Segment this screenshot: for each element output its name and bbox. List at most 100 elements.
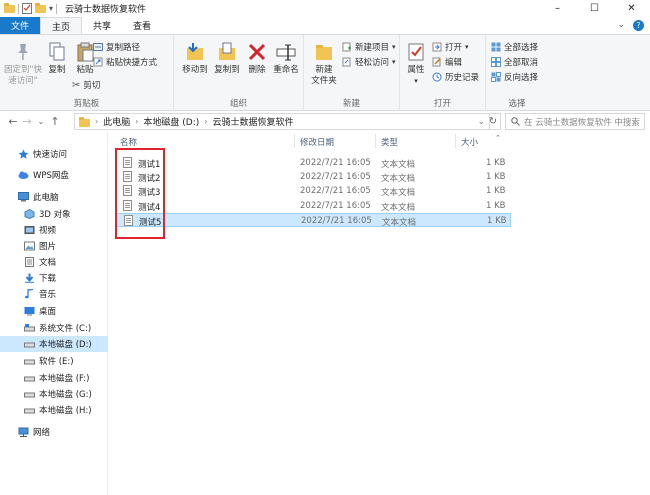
download-icon [25,273,34,283]
paste-label: 粘贴 [76,65,94,75]
copy-path-icon [93,43,103,51]
nav-item-network[interactable]: 网络 [0,424,108,440]
tab-share[interactable]: 共享 [82,17,122,34]
nav-item-label: 快速访问 [33,150,68,160]
chevron-right-icon[interactable]: › [135,117,138,126]
nav-item-pictures[interactable]: 图片 [0,238,108,254]
open-button[interactable]: 打开 ▾ [432,41,469,53]
pin-quick-access-button[interactable]: 固定到"快 速访问" [4,41,42,87]
table-row[interactable]: 测试2 2022/7/21 16:05 文本文档 1 KB [116,170,511,184]
column-divider[interactable] [375,134,376,148]
drive-icon [24,392,35,398]
close-button[interactable]: ✕ [613,0,650,17]
table-row[interactable]: 测试3 2022/7/21 16:05 文本文档 1 KB [116,184,511,198]
open-label: 打开 [445,43,463,53]
delete-button[interactable]: 删除 [246,41,268,76]
properties-button[interactable]: 属性 ▾ [404,41,428,87]
music-icon [25,289,34,299]
new-folder-icon[interactable] [35,2,46,13]
tab-view[interactable]: 查看 [122,17,162,34]
new-folder-button[interactable]: 新建 文件夹 [308,41,340,87]
nav-item-drive-g[interactable]: 本地磁盘 (G:) [0,386,108,402]
help-icon[interactable]: ? [633,20,644,31]
nav-item-drive-h[interactable]: 本地磁盘 (H:) [0,402,108,418]
drive-icon [24,359,35,365]
nav-item-videos[interactable]: 视频 [0,222,108,238]
back-arrow-icon[interactable]: ← [6,115,20,128]
nav-item-wps-cloud[interactable]: WPS网盘 [0,167,108,183]
address-bar-row: ← → ⌄ ↑ › 此电脑 › 本地磁盘 (D:) › 云骑士数据恢复软件 ⌄ … [0,111,650,131]
nav-item-desktop[interactable]: 桌面 [0,303,108,319]
chevron-down-icon[interactable]: ⌄ [477,117,485,127]
cut-button[interactable]: ✂ 剪切 [72,79,100,92]
recent-locations-icon[interactable]: ⌄ [34,117,48,126]
column-divider[interactable] [294,134,295,148]
column-header-date[interactable]: 修改日期 [300,136,334,148]
expand-ribbon-icon[interactable]: ⌄ [617,20,625,31]
select-none-button[interactable]: 全部取消 [491,56,538,68]
move-to-icon [187,43,203,60]
drive-icon [24,376,35,382]
column-header-size[interactable]: 大小 [461,136,478,148]
history-button[interactable]: 历史记录 [432,71,479,83]
pin-icon [18,44,28,60]
rename-button[interactable]: 重命名 [272,41,300,76]
table-row[interactable]: 测试1 2022/7/21 16:05 文本文档 1 KB [116,156,511,170]
history-label: 历史记录 [445,73,480,83]
column-header-type[interactable]: 类型 [381,136,398,148]
breadcrumb-this-pc[interactable]: 此电脑 [103,115,130,128]
chevron-right-icon[interactable]: › [204,117,207,126]
tab-home[interactable]: 主页 [40,17,83,34]
column-divider[interactable] [455,134,456,148]
drive-icon [24,342,35,348]
customize-toolbar-icon[interactable]: ▾ [49,4,53,13]
nav-item-3d-objects[interactable]: 3D 对象 [0,206,108,222]
file-size: 1 KB [486,186,506,196]
copy-to-button[interactable]: 复制到 [212,41,242,76]
nav-item-drive-c[interactable]: 系统文件 (C:) [0,320,108,336]
refresh-button[interactable]: ↻ [486,113,501,130]
nav-item-downloads[interactable]: 下载 [0,270,108,286]
paste-shortcut-button[interactable]: 粘贴快捷方式 [93,56,157,68]
delete-icon [248,43,266,61]
column-header-name[interactable]: 名称 [120,136,137,148]
file-date: 2022/7/21 16:05 [300,158,371,168]
minimize-button[interactable]: – [539,0,576,17]
history-icon [432,72,442,82]
copy-path-button[interactable]: 复制路径 [93,41,140,53]
nav-item-label: 文档 [39,258,57,268]
maximize-button[interactable]: ☐ [576,0,613,17]
new-item-button[interactable]: 新建项目 ▾ [342,41,396,53]
cube-icon [24,209,35,219]
nav-item-quick-access[interactable]: 快速访问 [0,146,108,162]
select-all-button[interactable]: 全部选择 [491,41,538,53]
up-arrow-icon[interactable]: ↑ [48,115,62,128]
file-date: 2022/7/21 16:05 [300,186,371,196]
address-bar[interactable]: › 此电脑 › 本地磁盘 (D:) › 云骑士数据恢复软件 ⌄ [74,113,490,130]
nav-item-drive-e[interactable]: 软件 (E:) [0,353,108,369]
nav-item-music[interactable]: 音乐 [0,286,108,302]
nav-item-drive-f[interactable]: 本地磁盘 (F:) [0,370,108,386]
nav-item-this-pc[interactable]: 此电脑 [0,189,108,205]
select-all-icon [491,42,501,52]
search-placeholder: 在 云骑士数据恢复软件 中搜索 [524,117,640,128]
nav-item-documents[interactable]: 文档 [0,254,108,270]
breadcrumb-folder[interactable]: 云骑士数据恢复软件 [212,115,293,128]
copy-button[interactable]: 复制 [44,41,70,76]
nav-item-drive-d[interactable]: 本地磁盘 (D:) [0,336,108,352]
video-icon [24,226,35,234]
properties-check-icon[interactable] [22,3,32,14]
move-to-button[interactable]: 移动到 [180,41,210,76]
chevron-right-icon[interactable]: › [95,117,98,126]
organize-group-label: 组织 [229,99,247,109]
breadcrumb-drive-d[interactable]: 本地磁盘 (D:) [143,115,199,128]
edit-button[interactable]: 编辑 [432,56,462,68]
forward-arrow-icon[interactable]: → [20,115,34,128]
table-row[interactable]: 测试4 2022/7/21 16:05 文本文档 1 KB [116,199,511,213]
search-input[interactable]: 在 云骑士数据恢复软件 中搜索 [505,113,645,130]
tab-file[interactable]: 文件 [0,17,41,34]
open-group-label: 打开 [433,99,451,109]
easy-access-button[interactable]: 轻松访问 ▾ [342,56,396,68]
invert-selection-button[interactable]: 反向选择 [491,71,538,83]
table-row-selected[interactable]: 测试5 2022/7/21 16:05 文本文档 1 KB [116,213,511,228]
